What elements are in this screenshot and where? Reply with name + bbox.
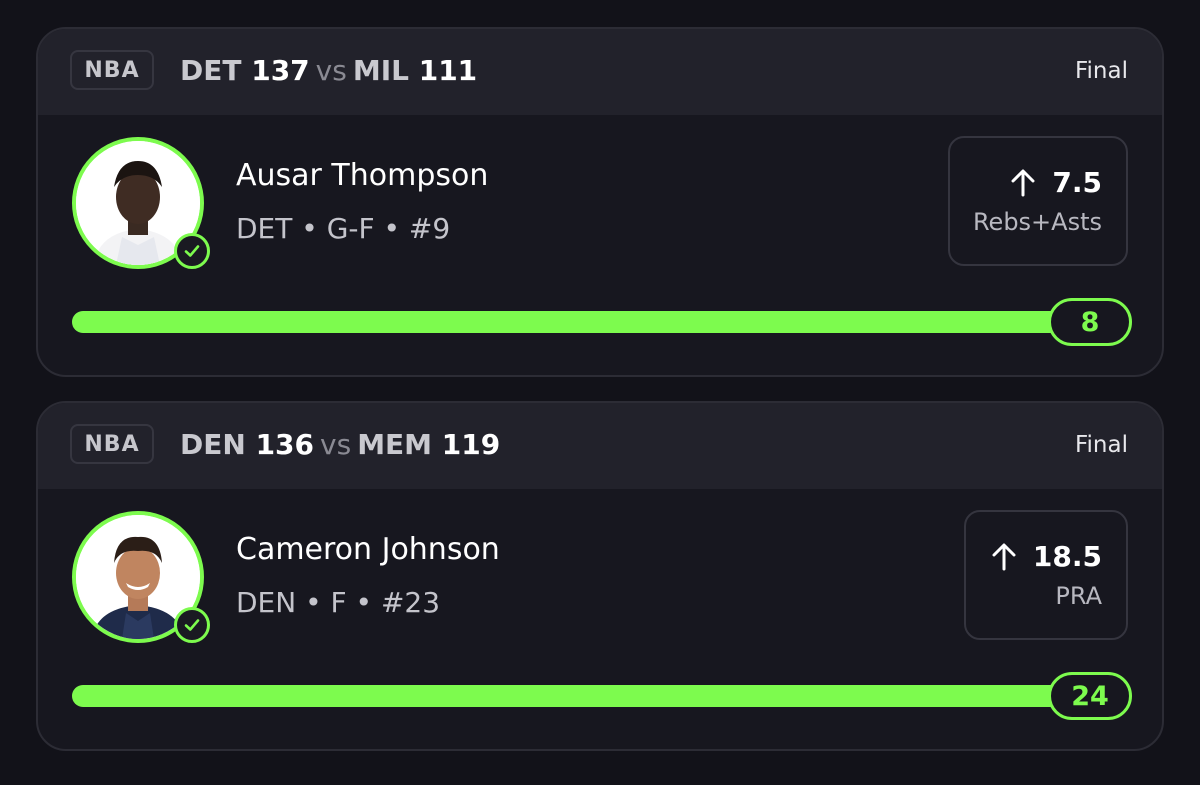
progress-bar [72, 311, 1082, 333]
game-status: Final [1074, 58, 1128, 84]
away-team: MIL [352, 54, 409, 87]
projection-box[interactable]: 18.5 PRA [964, 510, 1128, 640]
meta-separator: • [301, 212, 318, 245]
player-name[interactable]: Ausar Thompson [236, 157, 488, 195]
pick-card[interactable]: NBA DET 137 vs MIL 111 Final Ausar Thomp… [36, 27, 1164, 377]
matchup: DET 137 vs MIL 111 [180, 51, 477, 91]
player-meta: DEN • F • #23 [236, 584, 440, 622]
result-badge: 8 [1048, 298, 1132, 346]
game-header: NBA DET 137 vs MIL 111 Final [38, 29, 1162, 115]
league-badge: NBA [70, 424, 154, 464]
projection-line: 7.5 [1010, 166, 1102, 199]
player-number: #23 [380, 586, 441, 619]
away-score: 111 [418, 54, 478, 87]
player-name[interactable]: Cameron Johnson [236, 531, 500, 569]
pick-card[interactable]: NBA DEN 136 vs MEM 119 Final Cameron Joh… [36, 401, 1164, 751]
player-team: DEN [236, 586, 297, 619]
player-meta: DET • G-F • #9 [236, 210, 450, 248]
result-badge: 24 [1048, 672, 1132, 720]
vs-label: vs [320, 428, 352, 461]
check-circle-icon [174, 607, 210, 643]
matchup: DEN 136 vs MEM 119 [180, 425, 500, 465]
player-avatar-wrap[interactable] [72, 137, 210, 269]
meta-separator: • [355, 586, 373, 619]
home-score: 136 [255, 428, 315, 461]
check-circle-icon [174, 233, 210, 269]
arrow-up-icon [991, 542, 1017, 572]
line-value: 7.5 [1052, 166, 1102, 199]
vs-label: vs [315, 54, 347, 87]
meta-separator: • [305, 586, 322, 619]
progress-fill [72, 685, 1082, 707]
player-position: G-F [326, 212, 375, 245]
league-badge: NBA [70, 50, 154, 90]
away-team: MEM [357, 428, 433, 461]
picks-page: NBA DET 137 vs MIL 111 Final Ausar Thomp… [0, 0, 1200, 785]
progress-bar [72, 685, 1082, 707]
stat-type: PRA [1055, 582, 1102, 610]
home-score: 137 [251, 54, 310, 87]
meta-separator: • [383, 212, 401, 245]
progress-fill [72, 311, 1082, 333]
player-team: DET [236, 212, 293, 245]
home-team: DET [180, 54, 242, 87]
home-team: DEN [180, 428, 246, 461]
projection-box[interactable]: 7.5 Rebs+Asts [948, 136, 1128, 266]
stat-type: Rebs+Asts [972, 208, 1102, 236]
game-header: NBA DEN 136 vs MEM 119 Final [38, 403, 1162, 489]
game-status: Final [1074, 432, 1128, 458]
player-avatar-wrap[interactable] [72, 511, 210, 643]
line-value: 18.5 [1032, 540, 1102, 573]
player-number: #9 [408, 212, 451, 245]
away-score: 119 [441, 428, 501, 461]
projection-line: 18.5 [991, 540, 1102, 573]
arrow-up-icon [1010, 168, 1036, 198]
player-position: F [330, 586, 347, 619]
